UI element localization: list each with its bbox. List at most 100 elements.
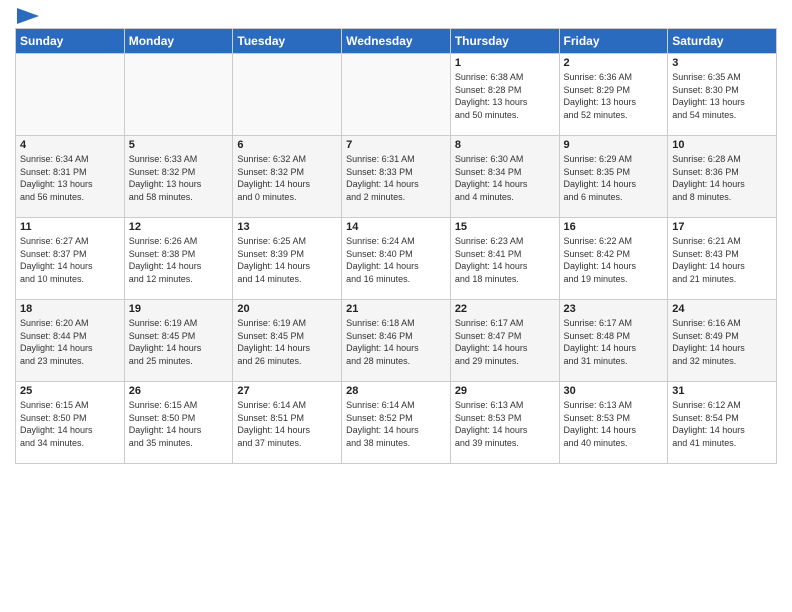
day-info-line: Sunset: 8:45 PM	[129, 331, 196, 341]
day-info: Sunrise: 6:13 AMSunset: 8:53 PMDaylight:…	[455, 399, 555, 449]
calendar-week-3: 11Sunrise: 6:27 AMSunset: 8:37 PMDayligh…	[16, 218, 777, 300]
day-info-line: Sunrise: 6:34 AM	[20, 154, 89, 164]
day-info-line: Sunrise: 6:31 AM	[346, 154, 415, 164]
day-info-line: Sunset: 8:34 PM	[455, 167, 522, 177]
day-info-line: and 58 minutes.	[129, 192, 193, 202]
day-info-line: Sunrise: 6:26 AM	[129, 236, 198, 246]
calendar-header: SundayMondayTuesdayWednesdayThursdayFrid…	[16, 29, 777, 54]
day-info-line: Daylight: 14 hours	[237, 343, 310, 353]
day-number: 16	[564, 221, 664, 233]
day-number: 15	[455, 221, 555, 233]
day-number: 11	[20, 221, 120, 233]
day-info-line: Sunset: 8:29 PM	[564, 85, 631, 95]
day-number: 3	[672, 57, 772, 69]
day-info-line: Sunrise: 6:19 AM	[129, 318, 198, 328]
day-number: 20	[237, 303, 337, 315]
day-number: 8	[455, 139, 555, 151]
day-info-line: Sunset: 8:53 PM	[455, 413, 522, 423]
day-number: 17	[672, 221, 772, 233]
day-info-line: Sunrise: 6:15 AM	[20, 400, 89, 410]
day-info: Sunrise: 6:13 AMSunset: 8:53 PMDaylight:…	[564, 399, 664, 449]
day-info-line: and 2 minutes.	[346, 192, 405, 202]
day-info-line: and 26 minutes.	[237, 356, 301, 366]
day-info-line: Sunrise: 6:19 AM	[237, 318, 306, 328]
calendar-table: SundayMondayTuesdayWednesdayThursdayFrid…	[15, 28, 777, 464]
day-info-line: and 10 minutes.	[20, 274, 84, 284]
calendar-cell: 3 Sunrise: 6:35 AMSunset: 8:30 PMDaylight…	[668, 54, 777, 136]
day-info-line: Sunrise: 6:20 AM	[20, 318, 89, 328]
day-info: Sunrise: 6:21 AMSunset: 8:43 PMDaylight:…	[672, 235, 772, 285]
day-info-line: Daylight: 14 hours	[672, 261, 745, 271]
weekday-thursday: Thursday	[450, 29, 559, 54]
day-info-line: Daylight: 14 hours	[129, 261, 202, 271]
day-info-line: Sunset: 8:32 PM	[237, 167, 304, 177]
weekday-wednesday: Wednesday	[342, 29, 451, 54]
calendar-cell: 2Sunrise: 6:36 AMSunset: 8:29 PMDaylight…	[559, 54, 668, 136]
day-info: Sunrise: 6:14 AMSunset: 8:51 PMDaylight:…	[237, 399, 337, 449]
day-info-line: Sunset: 8:50 PM	[129, 413, 196, 423]
day-info: Sunrise: 6:24 AMSunset: 8:40 PMDaylight:…	[346, 235, 446, 285]
day-info-line: and 12 minutes.	[129, 274, 193, 284]
calendar-cell: 20 Sunrise: 6:19 AM Sunset: 8:45 PM Dayligh…	[233, 300, 342, 382]
weekday-monday: Monday	[124, 29, 233, 54]
day-number: 19	[129, 303, 229, 315]
page: SundayMondayTuesdayWednesdayThursdayFrid…	[0, 0, 792, 612]
day-number: 18	[20, 303, 120, 315]
day-number: 31	[672, 385, 772, 397]
day-info-line: Sunset: 8:53 PM	[564, 413, 631, 423]
day-info-line: Sunset: 8:52 PM	[346, 413, 413, 423]
day-info-line: Sunrise: 6:35 AM	[672, 72, 741, 82]
day-info-line: Sunset: 8:31 PM	[20, 167, 87, 177]
calendar-cell: 12Sunrise: 6:26 AMSunset: 8:38 PMDayligh…	[124, 218, 233, 300]
day-info-line: Sunset: 8:51 PM	[237, 413, 304, 423]
day-info-line: Daylight: 13 hours	[129, 179, 202, 189]
day-info-line: Sunrise: 6:14 AM	[346, 400, 415, 410]
day-number: 6	[237, 139, 337, 151]
day-number: 26	[129, 385, 229, 397]
day-info-line: Sunset: 8:45 PM	[237, 331, 304, 341]
day-info: Sunrise: 6:25 AMSunset: 8:39 PMDaylight:…	[237, 235, 337, 285]
calendar-cell: 27 Sunrise: 6:14 AMSunset: 8:51 PMDayligh…	[233, 382, 342, 464]
calendar-cell: 14Sunrise: 6:24 AMSunset: 8:40 PMDayligh…	[342, 218, 451, 300]
day-number: 27	[237, 385, 337, 397]
day-info-line: Sunrise: 6:21 AM	[672, 236, 741, 246]
day-number: 10	[672, 139, 772, 151]
day-info-line: and 18 minutes.	[455, 274, 519, 284]
day-number: 9	[564, 139, 664, 151]
day-info-line: and 21 minutes.	[672, 274, 736, 284]
day-info-line: Sunrise: 6:23 AM	[455, 236, 524, 246]
calendar-cell: 15 Sunrise: 6:23 AMSunset: 8:41 PMDayligh…	[450, 218, 559, 300]
day-info-line: Daylight: 14 hours	[20, 261, 93, 271]
header	[15, 10, 777, 20]
calendar-cell: 17 Sunrise: 6:21 AMSunset: 8:43 PMDayligh…	[668, 218, 777, 300]
day-number: 13	[237, 221, 337, 233]
day-info: Sunrise: 6:17 AMSunset: 8:48 PMDaylight:…	[564, 317, 664, 367]
day-info-line: Daylight: 14 hours	[346, 425, 419, 435]
day-info-line: Daylight: 14 hours	[346, 179, 419, 189]
weekday-friday: Friday	[559, 29, 668, 54]
day-info-line: Sunrise: 6:17 AM	[564, 318, 633, 328]
day-info: Sunrise: 6:34 AM Sunset: 8:31 PM Daylight:…	[20, 153, 120, 203]
day-info-line: Sunset: 8:36 PM	[672, 167, 739, 177]
day-info: Sunrise: 6:23 AMSunset: 8:41 PMDaylight:…	[455, 235, 555, 285]
day-info: Sunrise: 6:35 AMSunset: 8:30 PMDaylight:…	[672, 71, 772, 121]
day-info-line: and 38 minutes.	[346, 438, 410, 448]
day-info-line: and 28 minutes.	[346, 356, 410, 366]
day-number: 30	[564, 385, 664, 397]
calendar-cell: 30 Sunrise: 6:13 AMSunset: 8:53 PMDayligh…	[559, 382, 668, 464]
day-info-line: Sunset: 8:50 PM	[20, 413, 87, 423]
day-info-line: Sunrise: 6:38 AM	[455, 72, 524, 82]
day-info-line: Daylight: 14 hours	[237, 179, 310, 189]
weekday-header-row: SundayMondayTuesdayWednesdayThursdayFrid…	[16, 29, 777, 54]
calendar-cell: 10Sunrise: 6:28 AMSunset: 8:36 PMDayligh…	[668, 136, 777, 218]
day-info-line: Daylight: 14 hours	[564, 425, 637, 435]
day-info: Sunrise: 6:32 AMSunset: 8:32 PMDaylight:…	[237, 153, 337, 203]
day-info-line: Sunrise: 6:16 AM	[672, 318, 741, 328]
day-number: 4	[20, 139, 120, 151]
day-info-line: Daylight: 14 hours	[564, 179, 637, 189]
calendar-cell: 6 Sunrise: 6:32 AMSunset: 8:32 PMDaylight…	[233, 136, 342, 218]
day-info-line: Daylight: 14 hours	[346, 343, 419, 353]
weekday-saturday: Saturday	[668, 29, 777, 54]
day-info: Sunrise: 6:29 AMSunset: 8:35 PMDaylight:…	[564, 153, 664, 203]
day-info-line: Daylight: 13 hours	[20, 179, 93, 189]
